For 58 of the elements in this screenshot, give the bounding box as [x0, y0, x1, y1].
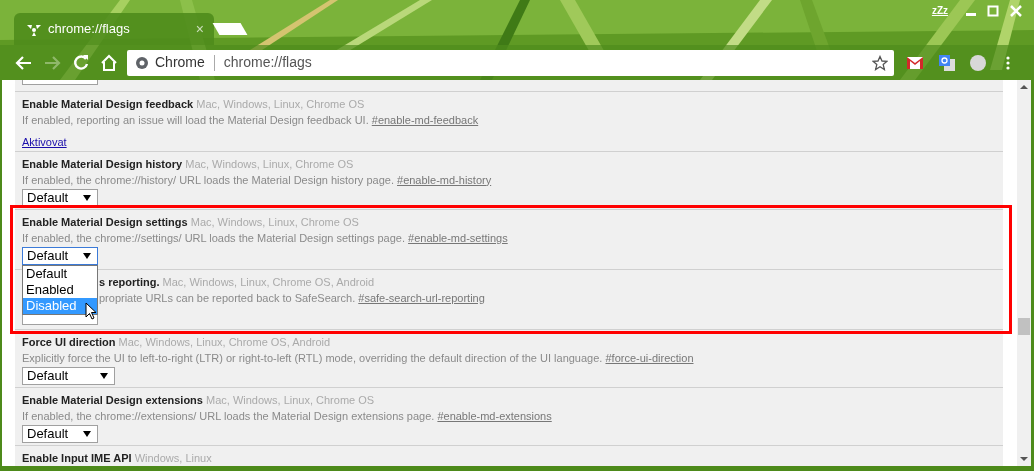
- flag-description: If enabled, the chrome://extensions/ URL loads the Material Design extensions page.: [22, 409, 435, 422]
- menu-dots-icon[interactable]: [1005, 54, 1011, 71]
- flag-hash-link[interactable]: #enable-md-extensions: [437, 409, 552, 422]
- flag-platforms: Mac, Windows, Linux, Chrome OS, Android: [118, 335, 331, 348]
- dropdown-arrow-icon: [100, 371, 108, 380]
- maximize-icon[interactable]: [986, 4, 1000, 17]
- dropdown-select[interactable]: Default: [22, 188, 98, 207]
- reload-icon[interactable]: [71, 52, 91, 73]
- flag-platforms: Mac, Windows, Linux, Chrome OS: [185, 157, 354, 170]
- dropdown-arrow-icon: [83, 193, 91, 202]
- tab-title: chrome://flags: [48, 20, 131, 39]
- flag-hash-link[interactable]: #safe-search-url-reporting: [358, 291, 485, 304]
- address-bar[interactable]: Chrome chrome://flags: [127, 49, 894, 76]
- flag-platforms: Mac, Windows, Linux, Chrome OS: [206, 393, 375, 406]
- dropdown-arrow-icon: [83, 251, 91, 260]
- site-label: Chrome: [155, 53, 205, 72]
- translate-icon[interactable]: [938, 53, 956, 72]
- scrollbar-thumb[interactable]: [1018, 318, 1030, 335]
- dropdown-select[interactable]: Default: [22, 246, 98, 265]
- dropdown-select[interactable]: Default: [22, 366, 115, 385]
- chrome-circle-icon: [135, 55, 149, 70]
- flag-title: Enable Material Design settings: [22, 215, 188, 228]
- flag-title: Enable Material Design feedback: [22, 97, 194, 110]
- flag-hash-link[interactable]: #force-ui-direction: [605, 351, 694, 364]
- flag-description: Explicitly force the UI to left-to-right (LTR) or right-to-left (RTL) mode, overriding the default direction of the UI language.: [22, 351, 603, 364]
- flag-platforms: Mac, Windows, Linux, Chrome OS: [196, 97, 365, 110]
- home-icon[interactable]: [99, 52, 119, 73]
- flag-title: Enable Input IME API: [22, 452, 132, 464]
- close-icon[interactable]: [1008, 4, 1024, 17]
- browser-tab[interactable]: chrome://flags ×: [14, 13, 214, 45]
- dropdown-option[interactable]: Disabled: [23, 297, 97, 314]
- star-icon[interactable]: [872, 54, 888, 71]
- flag-hash-link[interactable]: #enable-md-history: [397, 173, 492, 186]
- scroll-up-icon[interactable]: [1019, 82, 1029, 92]
- flag-description: If enabled, the chrome://settings/ URL loads the Material Design settings page.: [22, 231, 405, 244]
- flag-title: Enable Material Design extensions: [22, 393, 203, 406]
- dropdown-option[interactable]: Enabled: [23, 281, 97, 298]
- extension-circle-icon[interactable]: [969, 53, 987, 72]
- flag-hash-link[interactable]: #enable-md-settings: [408, 231, 508, 244]
- url-text: chrome://flags: [223, 53, 313, 72]
- flag-platforms: Mac, Windows, Linux, Chrome OS, Android: [162, 275, 375, 288]
- flag-title: Force UI direction: [22, 335, 116, 348]
- flag-hash-link[interactable]: #enable-md-feedback: [371, 113, 479, 126]
- mail-envelope-icon[interactable]: [906, 55, 924, 70]
- dropdown-arrow-icon: [83, 429, 91, 438]
- flag-description: If enabled, the chrome://history/ URL loads the Material Design history page.: [22, 173, 394, 186]
- flag-description: If enabled, reporting an issue will load the Material Design feedback UI.: [22, 113, 369, 126]
- flag-platforms: Mac, Windows, Linux, Chrome OS: [190, 215, 359, 228]
- flag-title: s reporting.: [99, 275, 160, 288]
- dropdown-option[interactable]: Default: [23, 265, 97, 282]
- sleep-button[interactable]: zZz: [931, 3, 948, 18]
- flag-title: Enable Material Design history: [22, 157, 183, 170]
- close-tab-button[interactable]: ×: [195, 18, 204, 40]
- dropdown-select[interactable]: Default: [22, 424, 98, 443]
- activate-link[interactable]: Aktivovat: [22, 135, 67, 148]
- scroll-down-icon[interactable]: [1019, 454, 1029, 464]
- flag-platforms: Windows, Linux: [134, 452, 212, 464]
- flag-description: propriate URLs can be reported back to SafeSearch.: [99, 291, 356, 304]
